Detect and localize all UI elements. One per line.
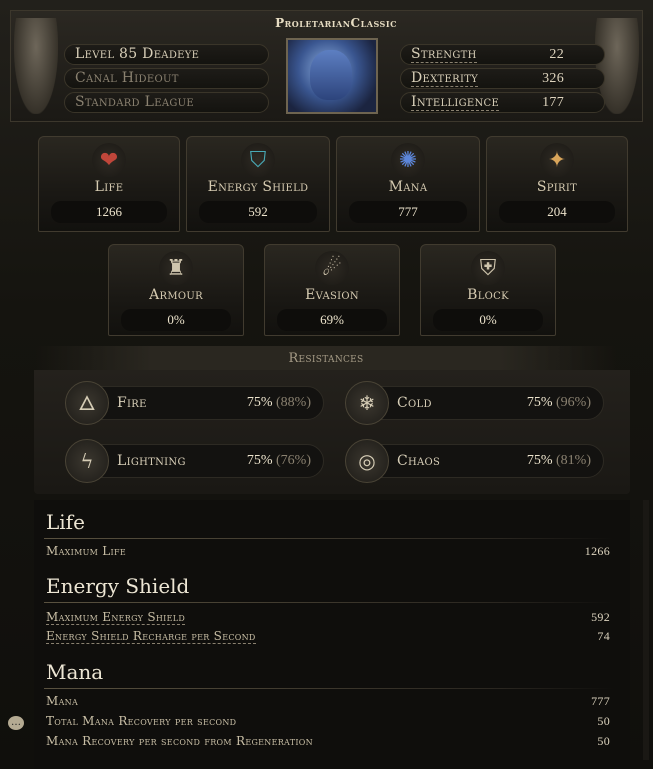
stat-label: Energy Shield xyxy=(207,179,309,195)
resistance-value: 75% xyxy=(246,453,273,468)
stat-evasion[interactable]: ☄ Evasion 69% xyxy=(264,244,400,336)
resistance-value: 75% xyxy=(526,453,553,468)
section-divider xyxy=(44,688,614,689)
chat-icon[interactable]: … xyxy=(8,716,24,730)
detail-row[interactable]: Energy Shield Recharge per Second 74 xyxy=(46,629,610,644)
detail-label: Energy Shield Recharge per Second xyxy=(46,629,256,644)
attribute-label: Dexterity xyxy=(411,70,479,87)
resistance-max: (76%) xyxy=(276,453,311,468)
details-scrollbar[interactable] xyxy=(643,500,649,760)
section-title-life: Life xyxy=(46,510,85,534)
league: Standard League xyxy=(64,92,269,113)
detail-row[interactable]: Total Mana Recovery per second 50 xyxy=(46,714,610,728)
resistance-fire[interactable]: 🜂 Fire 75% (88%) xyxy=(65,381,324,425)
block-icon: ⛨ xyxy=(471,251,505,285)
section-divider xyxy=(44,538,614,539)
resistance-max: (81%) xyxy=(556,453,591,468)
attribute-value: 326 xyxy=(542,71,564,86)
resistance-label: Lightning xyxy=(117,453,186,469)
stat-label: Mana xyxy=(388,179,428,195)
detail-value: 777 xyxy=(591,694,610,708)
detail-value: 50 xyxy=(597,714,610,728)
character-portrait xyxy=(286,38,378,114)
heart-icon: ❤ xyxy=(92,143,126,177)
resistance-max: (88%) xyxy=(276,395,311,410)
section-title-energy-shield: Energy Shield xyxy=(46,574,190,598)
level-class: Level 85 Deadeye xyxy=(64,44,269,65)
league-label: Standard League xyxy=(75,94,194,110)
armour-icon: ♜ xyxy=(159,251,193,285)
detail-value: 74 xyxy=(597,629,610,643)
detail-row[interactable]: Mana Recovery per second from Regenerati… xyxy=(46,734,610,748)
attribute-dexterity[interactable]: Dexterity 326 xyxy=(400,68,605,89)
evasion-icon: ☄ xyxy=(315,251,349,285)
stat-value: 69% xyxy=(277,309,387,331)
stat-value: 1266 xyxy=(51,201,167,223)
detail-label: Maximum Life xyxy=(46,544,126,558)
detail-label: Maximum Energy Shield xyxy=(46,610,186,625)
resistance-value: 75% xyxy=(246,395,273,410)
stat-label: Armour xyxy=(149,287,203,303)
resistance-label: Chaos xyxy=(397,453,441,469)
resistance-label: Cold xyxy=(397,395,432,411)
stat-energy-shield[interactable]: ⛉ Energy Shield 592 xyxy=(186,136,330,232)
cold-icon: ❄ xyxy=(345,381,389,425)
detail-row[interactable]: Mana 777 xyxy=(46,694,610,708)
location-label: Canal Hideout xyxy=(75,70,179,86)
detail-row[interactable]: Maximum Energy Shield 592 xyxy=(46,610,610,625)
stat-value: 0% xyxy=(121,309,231,331)
attribute-label: Intelligence xyxy=(411,94,500,111)
section-divider xyxy=(44,602,614,603)
attribute-value: 177 xyxy=(542,95,564,110)
statue-left-decoration xyxy=(14,18,58,114)
shield-energy-icon: ⛉ xyxy=(241,143,275,177)
stat-value: 204 xyxy=(499,201,615,223)
detail-value: 50 xyxy=(597,734,610,748)
spirit-icon: ✦ xyxy=(540,143,574,177)
resistance-max: (96%) xyxy=(556,395,591,410)
resistance-cold[interactable]: ❄ Cold 75% (96%) xyxy=(345,381,604,425)
stat-block[interactable]: ⛨ Block 0% xyxy=(420,244,556,336)
resistance-label: Fire xyxy=(117,395,147,411)
detail-label: Mana Recovery per second from Regenerati… xyxy=(46,734,313,748)
detail-label: Total Mana Recovery per second xyxy=(46,714,237,728)
fire-icon: 🜂 xyxy=(65,381,109,425)
stat-label: Block xyxy=(467,287,509,303)
resistance-chaos[interactable]: ◎ Chaos 75% (81%) xyxy=(345,439,604,483)
stat-value: 777 xyxy=(349,201,467,223)
lightning-icon: ϟ xyxy=(65,439,109,483)
resistance-lightning[interactable]: ϟ Lightning 75% (76%) xyxy=(65,439,324,483)
detail-row[interactable]: Maximum Life 1266 xyxy=(46,544,610,558)
portrait-face-icon xyxy=(310,50,352,100)
detail-value: 592 xyxy=(591,610,610,624)
chaos-icon: ◎ xyxy=(345,439,389,483)
stat-mana[interactable]: ✺ Mana 777 xyxy=(336,136,480,232)
resistances-title: Resistances xyxy=(36,346,616,372)
stat-details-list[interactable]: Life Maximum Life 1266 Energy Shield Maxi… xyxy=(34,500,630,769)
detail-label: Mana xyxy=(46,694,79,708)
section-title-mana: Mana xyxy=(46,660,104,684)
stat-value: 592 xyxy=(199,201,317,223)
mana-icon: ✺ xyxy=(391,143,425,177)
stat-label: Spirit xyxy=(536,179,578,195)
stat-armour[interactable]: ♜ Armour 0% xyxy=(108,244,244,336)
stat-label: Evasion xyxy=(305,287,359,303)
stat-label: Life xyxy=(94,179,124,195)
level-class-label: Level 85 Deadeye xyxy=(75,46,200,62)
attribute-strength[interactable]: Strength 22 xyxy=(400,44,605,65)
attribute-value: 22 xyxy=(549,47,564,62)
attribute-intelligence[interactable]: Intelligence 177 xyxy=(400,92,605,113)
attribute-label: Strength xyxy=(411,46,477,63)
detail-value: 1266 xyxy=(584,544,610,558)
location: Canal Hideout xyxy=(64,68,269,89)
stat-spirit[interactable]: ✦ Spirit 204 xyxy=(486,136,628,232)
stat-life[interactable]: ❤ Life 1266 xyxy=(38,136,180,232)
character-name: ProletarianClassic xyxy=(275,16,397,30)
stat-value: 0% xyxy=(433,309,543,331)
resistance-value: 75% xyxy=(526,395,553,410)
